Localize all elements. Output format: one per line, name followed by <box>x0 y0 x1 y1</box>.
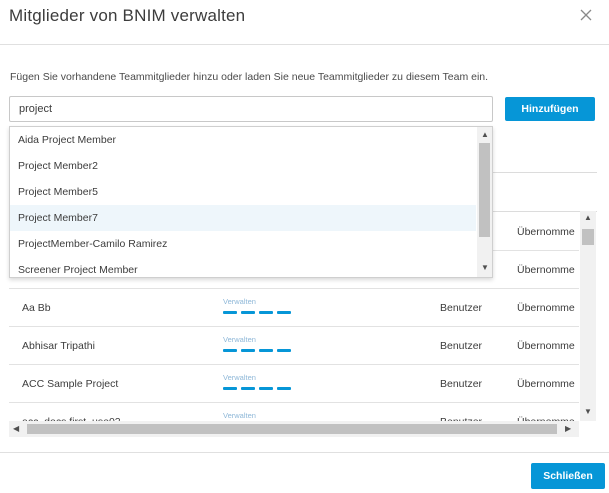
role-label: Verwalten <box>223 297 256 306</box>
scroll-down-arrow-icon[interactable]: ▼ <box>584 407 592 416</box>
table-horizontal-scrollbar[interactable]: ◀ ▶ <box>9 421 579 437</box>
suggestion-item[interactable]: Screener Project Member <box>10 257 476 277</box>
close-button[interactable]: Schließen <box>531 463 605 489</box>
member-search-input[interactable]: project <box>9 96 493 122</box>
scroll-down-arrow-icon[interactable]: ▼ <box>481 263 489 272</box>
role-loading-indicator <box>223 387 291 390</box>
scroll-up-arrow-icon[interactable]: ▲ <box>584 213 592 222</box>
scroll-left-arrow-icon[interactable]: ◀ <box>13 424 19 433</box>
close-icon[interactable] <box>579 8 593 22</box>
suggestion-item[interactable]: Project Member5 <box>10 179 476 205</box>
scrollbar-thumb[interactable] <box>582 229 594 245</box>
dropdown-scrollbar[interactable]: ▲ ▼ <box>477 127 492 277</box>
transfer-cell: Übernomme <box>517 378 575 390</box>
member-name: ACC Sample Project <box>22 378 119 390</box>
search-suggestions-dropdown: Aida Project Member Project Member2 Proj… <box>9 126 493 278</box>
member-type: Benutzer <box>440 340 483 352</box>
transfer-cell: Übernomme <box>517 226 575 238</box>
table-row[interactable]: ACC Sample Project Verwalten Benutzer Üb… <box>9 364 579 403</box>
role-select[interactable]: Verwalten <box>223 335 291 352</box>
member-name: Aa Bb <box>22 302 51 314</box>
footer-divider <box>0 452 609 453</box>
suggestion-item[interactable]: ProjectMember-Camilo Ramirez <box>10 231 476 257</box>
role-label: Verwalten <box>223 335 256 344</box>
transfer-cell: Übernomme <box>517 264 575 276</box>
dialog-description: Fügen Sie vorhandene Teammitglieder hinz… <box>10 71 489 83</box>
table-row[interactable]: Abhisar Tripathi Verwalten Benutzer Über… <box>9 326 579 365</box>
header-divider <box>0 44 609 45</box>
manage-members-dialog: Mitglieder von BNIM verwalten Fügen Sie … <box>0 0 609 493</box>
suggestion-item-highlighted[interactable]: Project Member7 <box>10 205 476 231</box>
role-select[interactable]: Verwalten <box>223 373 291 390</box>
table-vertical-scrollbar[interactable]: ▲ ▼ <box>580 211 596 421</box>
transfer-cell: Übernomme <box>517 302 575 314</box>
member-type: Benutzer <box>440 378 483 390</box>
role-select[interactable]: Verwalten <box>223 297 291 314</box>
role-loading-indicator <box>223 311 291 314</box>
add-button[interactable]: Hinzufügen <box>505 97 595 121</box>
scrollbar-thumb[interactable] <box>27 424 557 434</box>
role-loading-indicator <box>223 349 291 352</box>
member-name: Abhisar Tripathi <box>22 340 95 352</box>
role-label: Verwalten <box>223 373 256 382</box>
role-label: Verwalten <box>223 411 256 420</box>
scroll-up-arrow-icon[interactable]: ▲ <box>481 130 489 139</box>
table-row[interactable]: Aa Bb Verwalten Benutzer Übernomme <box>9 288 579 327</box>
scroll-right-arrow-icon[interactable]: ▶ <box>565 424 571 433</box>
suggestion-item[interactable]: Aida Project Member <box>10 127 476 153</box>
suggestion-item[interactable]: Project Member2 <box>10 153 476 179</box>
member-type: Benutzer <box>440 302 483 314</box>
scrollbar-thumb[interactable] <box>479 143 490 237</box>
transfer-cell: Übernomme <box>517 340 575 352</box>
dialog-title: Mitglieder von BNIM verwalten <box>9 6 246 25</box>
